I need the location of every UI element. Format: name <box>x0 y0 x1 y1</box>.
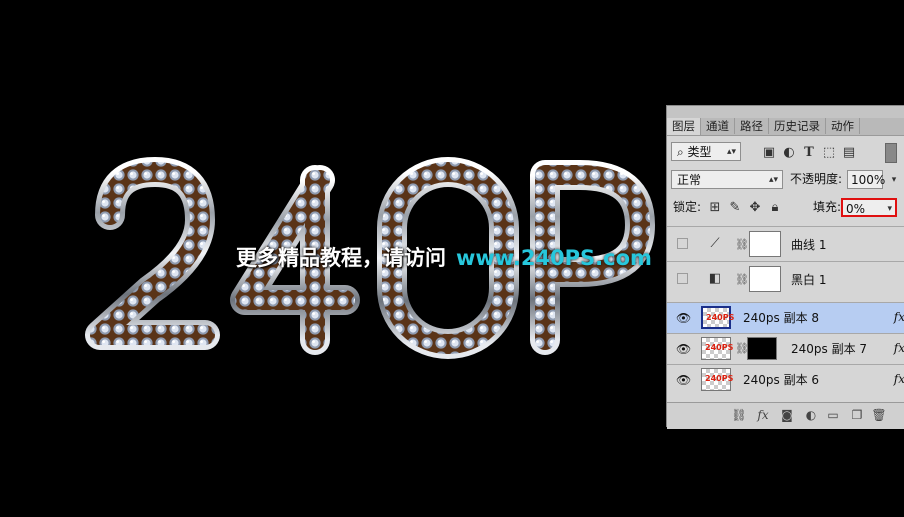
shape-filter-icon[interactable]: ⬚ <box>821 145 837 161</box>
layer-name: 黑白 1 <box>791 273 827 287</box>
adjust-filter-icon[interactable]: ◐ <box>781 145 797 161</box>
layer-240ps-copy-7[interactable]: 👁︎ 240PS ⛓ 240ps 副本 7 fx <box>667 333 904 364</box>
eye-icon[interactable]: 👁︎ <box>676 342 691 356</box>
watermark-url: www.240PS.com <box>456 246 652 270</box>
curves-adjustment-icon: ⟋ <box>710 236 720 251</box>
layer-mask-thumbnail[interactable] <box>749 231 781 257</box>
type-filter-icon[interactable]: T <box>801 145 817 161</box>
panel-tabs: 图层 通道 路径 历史记录 动作 <box>667 118 904 136</box>
lock-label: 锁定: <box>673 200 702 214</box>
visibility-toggle[interactable] <box>677 238 688 249</box>
layer-name: 240ps 副本 6 <box>743 373 820 387</box>
visibility-toggle[interactable] <box>677 273 688 284</box>
lock-all-icon[interactable]: 🔒︎ <box>767 200 783 216</box>
panel-footer: ⛓ fx ◙ ◐ ▭ ❐ 🗑︎ <box>667 402 904 429</box>
blend-mode-select[interactable]: 正常 ▴▾ <box>671 170 783 189</box>
lock-transparent-icon[interactable]: ⊞ <box>707 200 723 216</box>
tab-channels[interactable]: 通道 <box>701 118 735 134</box>
chevron-down-icon: ▾ <box>887 204 892 214</box>
opacity-label: 不透明度: <box>790 172 843 186</box>
tab-actions[interactable]: 动作 <box>826 118 860 134</box>
new-adjustment-icon[interactable]: ◐ <box>803 408 819 422</box>
bw-adjustment-icon: ◧ <box>708 271 722 286</box>
fill-input[interactable]: 0% ▾ <box>841 198 897 217</box>
fx-icon[interactable]: fx <box>894 341 904 355</box>
panel-grip[interactable] <box>667 106 904 118</box>
add-style-icon[interactable]: fx <box>755 408 771 422</box>
filter-row: ⌕ 类型 ▴▾ ▣ ◐ T ⬚ ▤ <box>667 140 904 164</box>
layer-bw-1[interactable]: ◧ ⛓ 黑白 1 <box>667 261 904 296</box>
lock-row: 锁定: ⊞ ✎ ✥ 🔒︎ 填充: 0% ▾ <box>667 196 904 220</box>
layer-240ps-copy-8[interactable]: 👁︎ 240PS 240ps 副本 8 fx <box>667 302 904 333</box>
watermark-text: 更多精品教程，请访问 <box>236 246 446 270</box>
tab-layers[interactable]: 图层 <box>667 118 701 135</box>
layer-name: 240ps 副本 8 <box>743 311 820 325</box>
fx-icon[interactable]: fx <box>894 372 904 386</box>
link-layers-icon[interactable]: ⛓ <box>731 408 747 422</box>
layers-panel: 图层 通道 路径 历史记录 动作 ⌕ 类型 ▴▾ ▣ ◐ T ⬚ ▤ 正常 ▴▾… <box>666 105 904 429</box>
tab-paths[interactable]: 路径 <box>735 118 769 134</box>
tab-history[interactable]: 历史记录 <box>769 118 826 134</box>
eye-icon[interactable]: 👁︎ <box>676 373 691 387</box>
layer-thumbnail[interactable]: 240PS <box>701 306 734 329</box>
filter-toggle-icon[interactable] <box>885 143 897 163</box>
new-group-icon[interactable]: ▭ <box>825 408 841 422</box>
layer-thumbnail[interactable]: 240PS <box>701 368 733 391</box>
fill-label: 填充: <box>813 200 842 214</box>
layer-mask-thumbnail[interactable] <box>749 266 781 292</box>
search-icon: ⌕ <box>677 145 688 159</box>
delete-layer-icon[interactable]: 🗑︎ <box>871 408 887 422</box>
lock-paint-icon[interactable]: ✎ <box>727 200 743 216</box>
new-layer-icon[interactable]: ❐ <box>849 408 865 422</box>
layer-thumbnail[interactable]: 240PS <box>701 337 733 360</box>
filter-kind-select[interactable]: ⌕ 类型 ▴▾ <box>671 142 741 161</box>
eye-icon[interactable]: 👁︎ <box>676 311 691 325</box>
blend-row: 正常 ▴▾ 不透明度: 100% ▾ <box>667 168 904 192</box>
add-mask-icon[interactable]: ◙ <box>779 408 795 422</box>
watermark: 更多精品教程，请访问 www.240PS.com <box>236 244 652 272</box>
smart-filter-icon[interactable]: ▤ <box>841 145 857 161</box>
chevron-updown-icon: ▴▾ <box>726 147 736 157</box>
layer-240ps-copy-6[interactable]: 👁︎ 240PS 240ps 副本 6 fx <box>667 364 904 395</box>
image-filter-icon[interactable]: ▣ <box>761 145 777 161</box>
layer-name: 曲线 1 <box>791 238 827 252</box>
link-icon: ⛓ <box>735 273 749 286</box>
fx-icon[interactable]: fx <box>894 310 904 324</box>
layer-curves-1[interactable]: ⟋ ⛓ 曲线 1 <box>667 226 904 261</box>
lock-move-icon[interactable]: ✥ <box>747 200 763 216</box>
layer-mask-thumbnail[interactable] <box>747 337 777 360</box>
link-icon: ⛓ <box>735 238 749 251</box>
chevron-down-icon[interactable]: ▾ <box>886 172 902 188</box>
opacity-input[interactable]: 100% <box>847 170 885 189</box>
chevron-updown-icon: ▴▾ <box>768 175 778 185</box>
layer-name: 240ps 副本 7 <box>791 342 868 356</box>
